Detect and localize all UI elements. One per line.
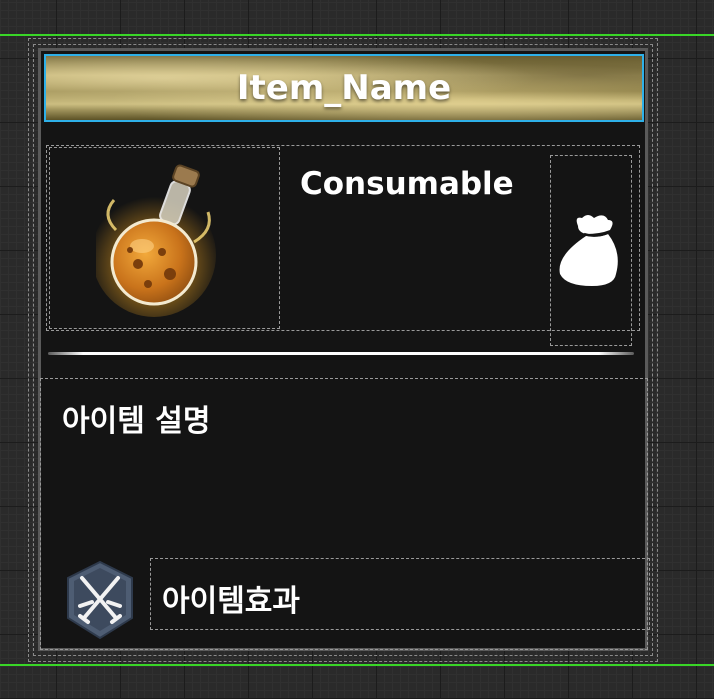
money-bag-icon: [559, 215, 618, 286]
bottom-guide-line: [0, 664, 714, 666]
item-type-label: Consumable: [300, 166, 514, 202]
potion-flask-icon: [96, 164, 216, 317]
section-divider: [48, 352, 634, 355]
description-title: 아이템 설명: [62, 404, 211, 439]
item-name-header: Item_Name: [44, 54, 644, 122]
item-effect-label: 아이템효과: [162, 584, 300, 619]
crossed-swords-icon: [67, 560, 133, 640]
item-name: Item_Name: [236, 68, 452, 108]
top-guide-line: [0, 34, 714, 36]
